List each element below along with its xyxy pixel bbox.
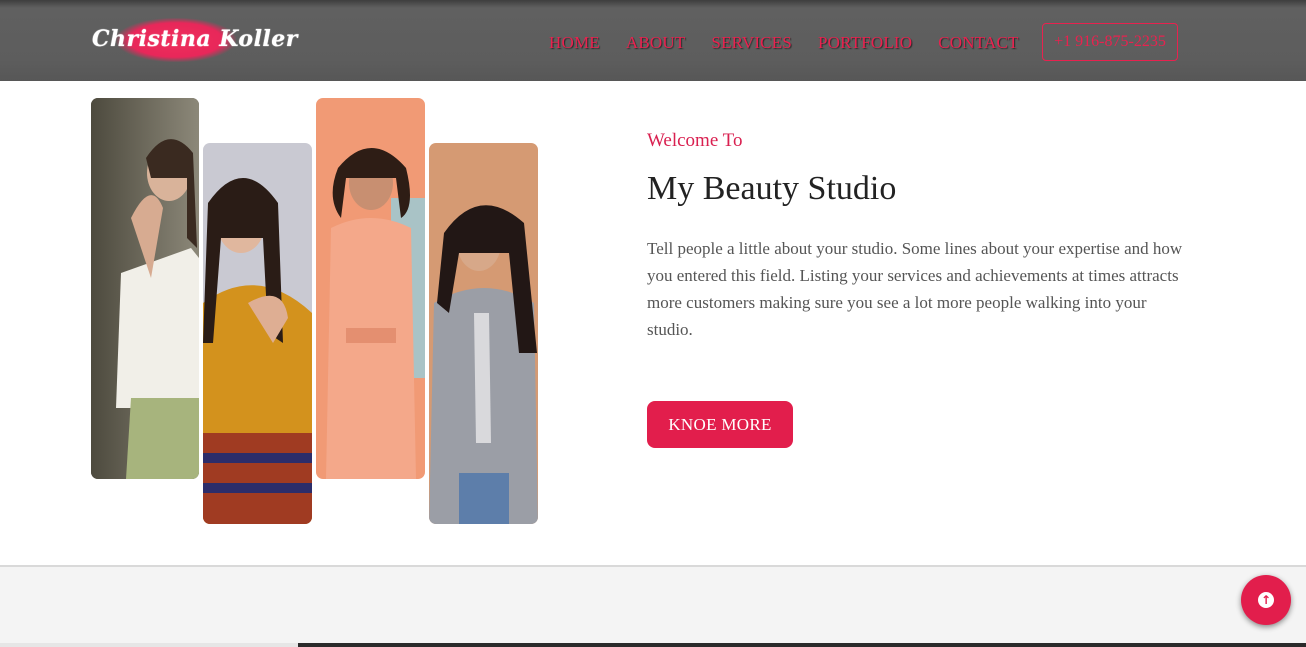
nav-portfolio[interactable]: PORTFOLIO <box>818 33 912 53</box>
model-photo-mustard-dress <box>203 143 312 524</box>
nav-contact[interactable]: CONTACT <box>938 33 1018 53</box>
logo[interactable]: Christina Koller <box>90 14 297 66</box>
section-divider <box>0 565 1306 567</box>
nav-home[interactable]: HOME <box>549 33 600 53</box>
site-header: Christina Koller HOME ABOUT SERVICES POR… <box>0 0 1306 81</box>
page-title: My Beauty Studio <box>647 170 897 207</box>
know-more-button[interactable]: KNOE MORE <box>647 401 793 448</box>
logo-text: Christina Koller <box>92 26 298 52</box>
phone-button[interactable]: +1 916-875-2235 <box>1042 23 1178 61</box>
nav-about[interactable]: ABOUT <box>626 33 686 53</box>
hero-description: Tell people a little about your studio. … <box>647 239 1183 339</box>
model-photo-plaid-blazer <box>429 143 538 524</box>
welcome-text: Welcome To <box>647 130 743 151</box>
model-photo-peach-jumpsuit <box>316 98 425 479</box>
back-to-top-button[interactable]: ↑ <box>1241 575 1291 625</box>
nav-services[interactable]: SERVICES <box>711 33 792 53</box>
model-photo-white-blouse <box>91 98 199 479</box>
next-section-edge <box>0 643 1306 647</box>
main-nav: HOME ABOUT SERVICES PORTFOLIO CONTACT <box>549 33 1045 53</box>
arrow-up-icon: ↑ <box>1258 592 1274 608</box>
